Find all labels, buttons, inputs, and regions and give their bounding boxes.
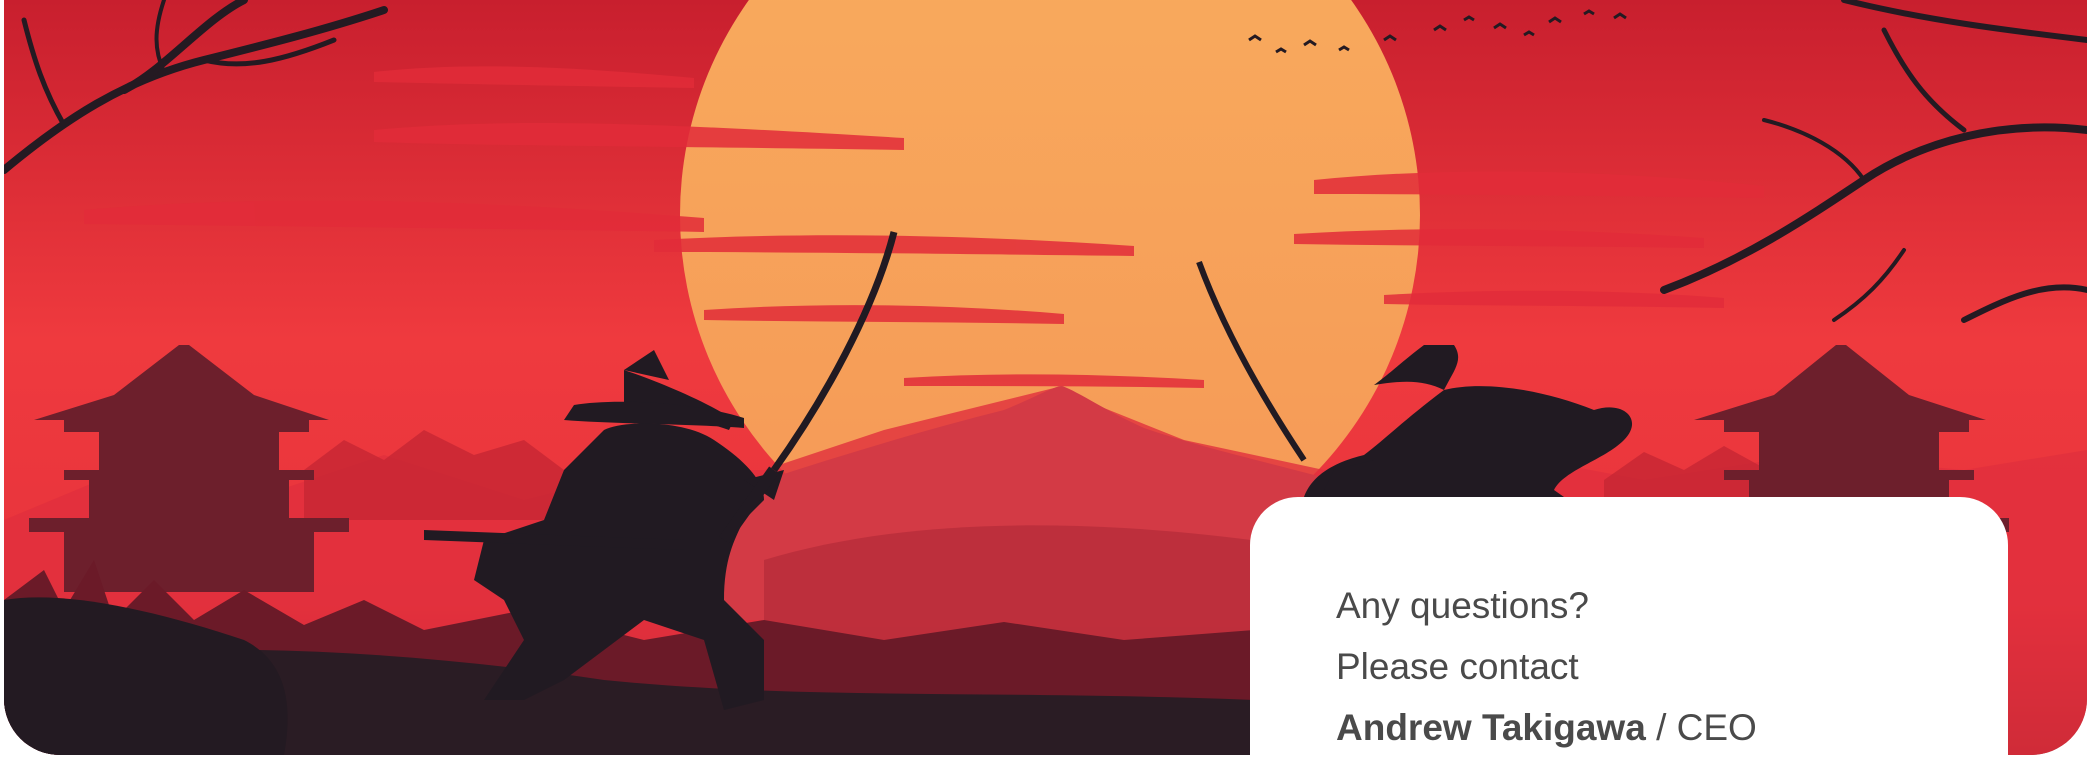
- questions-text: Any questions?: [1336, 585, 1590, 626]
- name-role-separator: /: [1645, 707, 1677, 748]
- contact-name: Andrew Takigawa: [1336, 707, 1646, 748]
- contact-role: CEO: [1676, 707, 1757, 748]
- please-contact-text: Please contact: [1336, 646, 1579, 687]
- contact-card: Any questions? Please contact Andrew Tak…: [1250, 497, 2008, 759]
- contact-person: Andrew Takigawa / CEO: [1336, 709, 1757, 746]
